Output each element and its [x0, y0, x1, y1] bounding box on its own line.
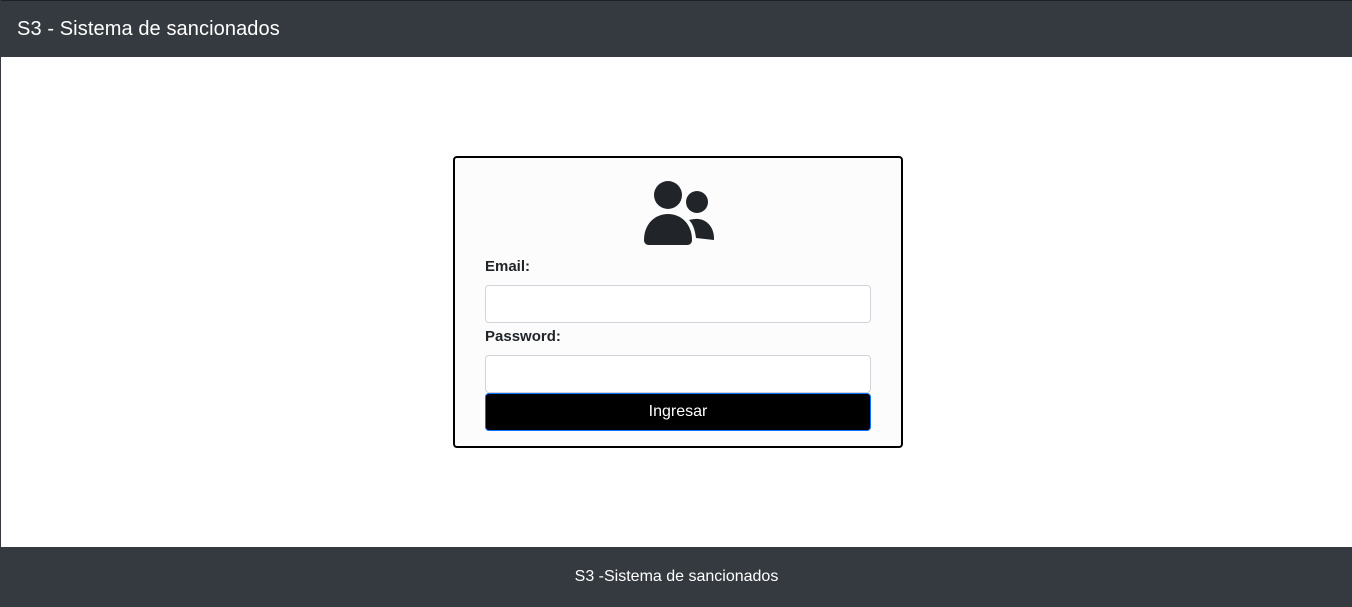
email-label: Email: — [485, 258, 531, 275]
submit-button[interactable]: Ingresar — [485, 393, 871, 431]
navbar: S3 - Sistema de sancionados — [1, 0, 1352, 57]
footer-text: S3 -Sistema de sancionados — [574, 568, 779, 585]
navbar-brand[interactable]: S3 - Sistema de sancionados — [17, 18, 280, 41]
email-field[interactable] — [485, 285, 871, 323]
footer: S3 -Sistema de sancionados — [1, 547, 1352, 607]
users-icon — [644, 181, 714, 245]
password-field[interactable] — [485, 355, 871, 393]
login-card: Email: Password: Ingresar — [453, 156, 903, 448]
page: S3 - Sistema de sancionados Email: Passw… — [0, 0, 1352, 607]
password-label: Password: — [485, 328, 561, 345]
